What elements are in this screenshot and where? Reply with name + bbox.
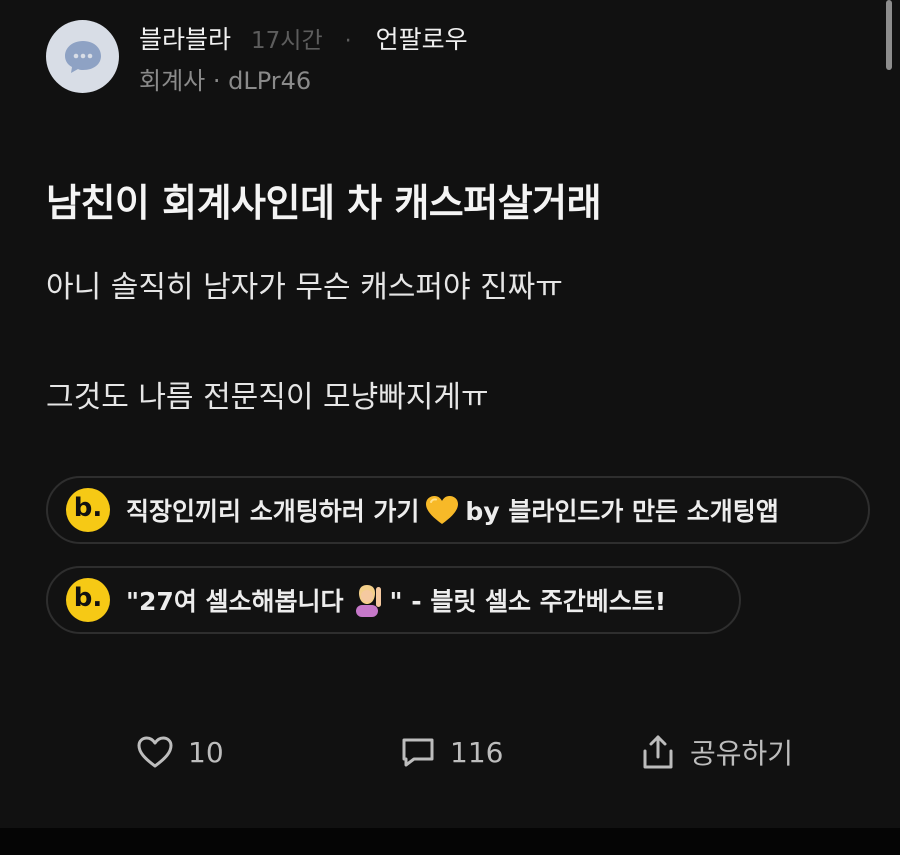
- promo-text: "27여 셀소해봅니다 " - 블릿 셀소 주간베스트!: [126, 582, 666, 618]
- comment-count: 116: [450, 735, 504, 769]
- share-label: 공유하기: [690, 737, 794, 770]
- promo-text: 직장인끼리 소개팅하러 가기 by 블라인드가 만든 소개팅앱: [126, 495, 779, 526]
- unfollow-button[interactable]: 언팔로우: [376, 20, 468, 56]
- like-button[interactable]: 10: [136, 730, 224, 774]
- post-body: 아니 솔직히 남자가 무슨 캐스퍼야 진짜ㅠ 그것도 나름 전문직이 모냥빠지게…: [46, 268, 563, 418]
- post-time: 17시간: [251, 28, 323, 54]
- post-title: 남친이 회계사인데 차 캐스퍼살거래: [46, 181, 602, 225]
- author-company: 회계사 · dLPr46: [139, 67, 312, 95]
- share-icon: [643, 735, 673, 769]
- blind-logo-icon: b.: [66, 488, 110, 532]
- comment-icon: [402, 738, 434, 767]
- author-row: 블라블라 17시간 · 언팔로우: [139, 20, 468, 56]
- promo-link-dating-app[interactable]: b. 직장인끼리 소개팅하러 가기 by 블라인드가 만든 소개팅앱: [46, 476, 870, 544]
- comment-button[interactable]: 116: [400, 730, 503, 774]
- yellow-heart-icon: [425, 495, 459, 525]
- share-button[interactable]: 공유하기: [640, 730, 793, 774]
- promo-link-best-post[interactable]: b. "27여 셀소해봅니다 " - 블릿 셀소 주간베스트!: [46, 566, 741, 634]
- author-header: 블라블라 17시간 · 언팔로우 회계사 · dLPr46: [46, 20, 468, 96]
- separator-dot: ·: [344, 29, 352, 54]
- bottom-bar: [0, 828, 900, 855]
- post-detail-screen: 블라블라 17시간 · 언팔로우 회계사 · dLPr46 남친이 회계사인데 …: [0, 0, 900, 855]
- avatar[interactable]: [46, 20, 119, 93]
- scrollbar[interactable]: [886, 0, 892, 70]
- person-raising-hand-icon: [350, 583, 384, 617]
- post-body-line: 그것도 나름 전문직이 모냥빠지게ㅠ: [46, 380, 489, 415]
- author-name[interactable]: 블라블라: [139, 20, 231, 56]
- post-body-line: 아니 솔직히 남자가 무슨 캐스퍼야 진짜ㅠ: [46, 270, 563, 305]
- author-meta: 블라블라 17시간 · 언팔로우 회계사 · dLPr46: [139, 20, 468, 96]
- chat-bubble-icon: [64, 40, 101, 73]
- heart-outline-icon: [137, 736, 173, 768]
- like-count: 10: [188, 735, 224, 769]
- blind-logo-icon: b.: [66, 578, 110, 622]
